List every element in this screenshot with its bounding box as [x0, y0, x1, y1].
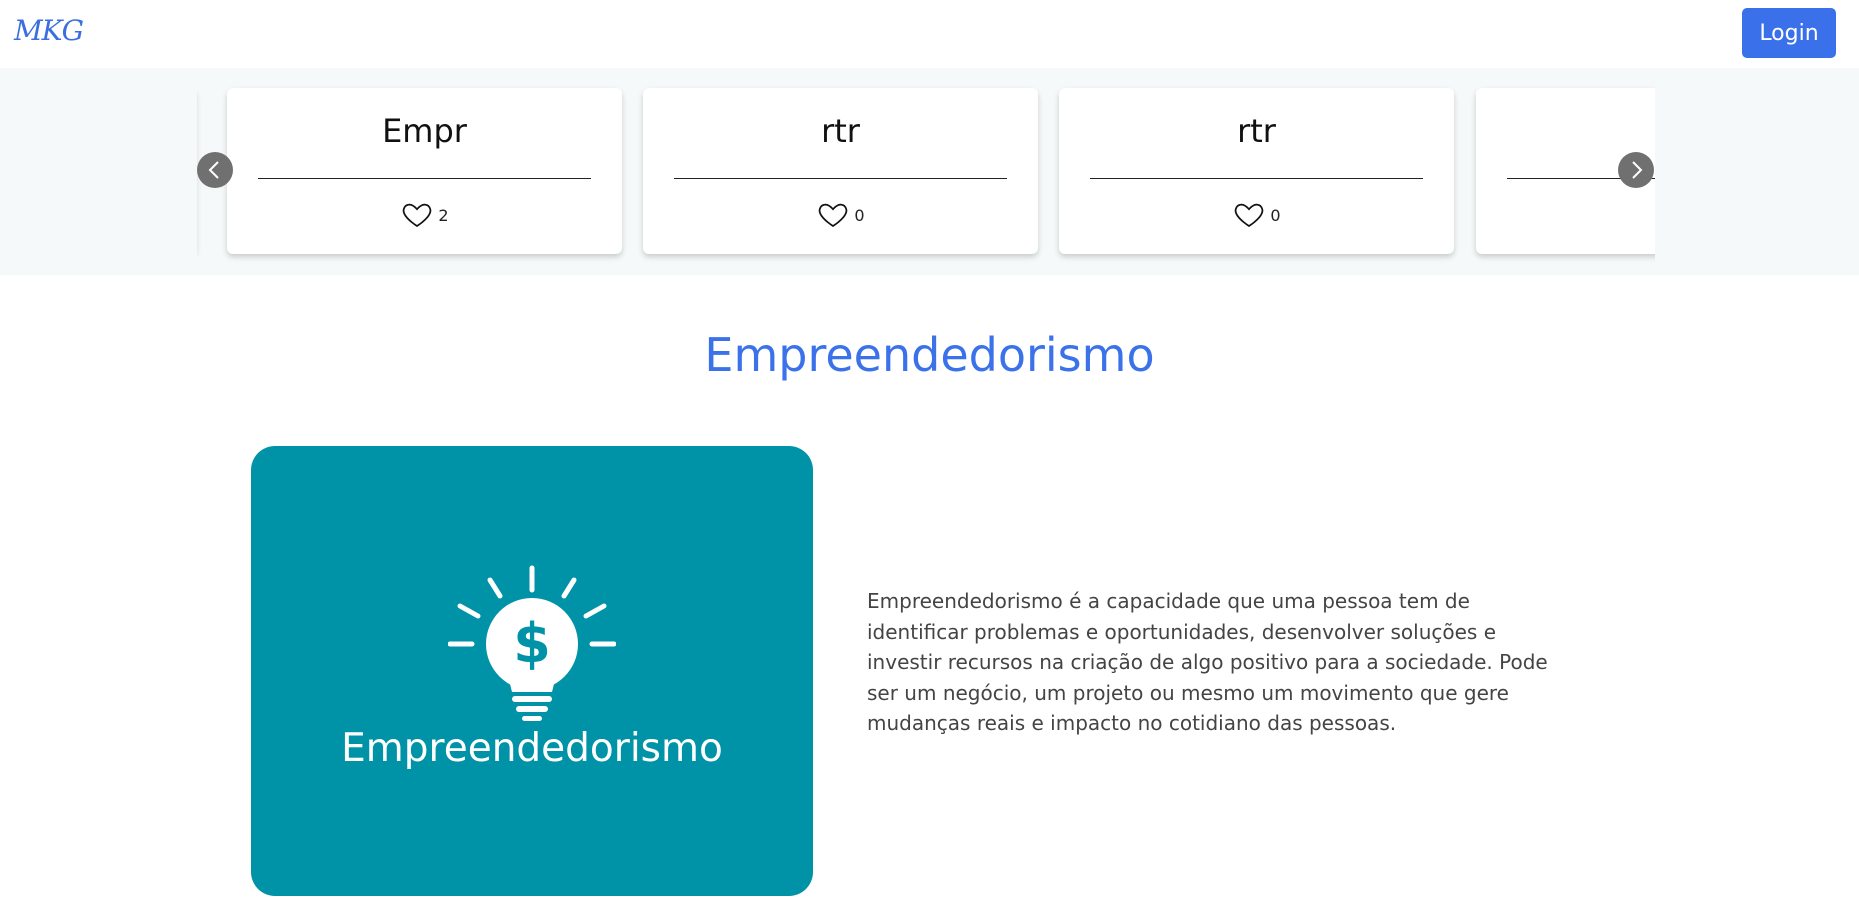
- section-title: Empreendedorismo: [704, 328, 1155, 382]
- carousel-viewport: Empr 2 rtr 0 rtr 0: [197, 68, 1655, 275]
- lightbulb-dollar-icon: $: [448, 565, 616, 721]
- chevron-left-icon: [208, 161, 219, 179]
- heart-icon[interactable]: [1653, 198, 1655, 230]
- login-button[interactable]: Login: [1742, 8, 1836, 58]
- carousel-card[interactable]: rtr 0: [1059, 88, 1454, 254]
- card-likes: 0: [643, 198, 1038, 230]
- card-title: rtr: [1237, 112, 1276, 150]
- feature-image: $ Empreendedorismo: [251, 446, 813, 896]
- section-description: Empreendedorismo é a capacidade que uma …: [867, 589, 1548, 735]
- card-divider: [674, 178, 1007, 179]
- heart-icon[interactable]: [1232, 198, 1266, 230]
- logo[interactable]: MKG: [14, 14, 84, 47]
- image-caption: Empreendedorismo: [341, 726, 723, 771]
- like-count: 2: [438, 205, 449, 225]
- svg-text:$: $: [513, 612, 551, 675]
- carousel-next-button[interactable]: [1618, 152, 1654, 188]
- card-title: Empr: [382, 112, 467, 150]
- heart-icon[interactable]: [400, 198, 434, 230]
- card-divider: [258, 178, 591, 179]
- carousel-prev-button[interactable]: [197, 152, 233, 188]
- like-count: 0: [1270, 205, 1281, 225]
- chevron-right-icon: [1632, 161, 1643, 179]
- card-likes: 0: [1059, 198, 1454, 230]
- carousel: Empr 2 rtr 0 rtr 0: [0, 68, 1859, 275]
- carousel-card[interactable]: Empr 2: [227, 88, 622, 254]
- navbar: MKG Login: [0, 0, 1859, 68]
- card-divider: [1090, 178, 1423, 179]
- like-count: 0: [854, 205, 865, 225]
- heart-icon[interactable]: [816, 198, 850, 230]
- card-likes: 2: [227, 198, 622, 230]
- card-title: rtr: [821, 112, 860, 150]
- carousel-card[interactable]: rtr 0: [643, 88, 1038, 254]
